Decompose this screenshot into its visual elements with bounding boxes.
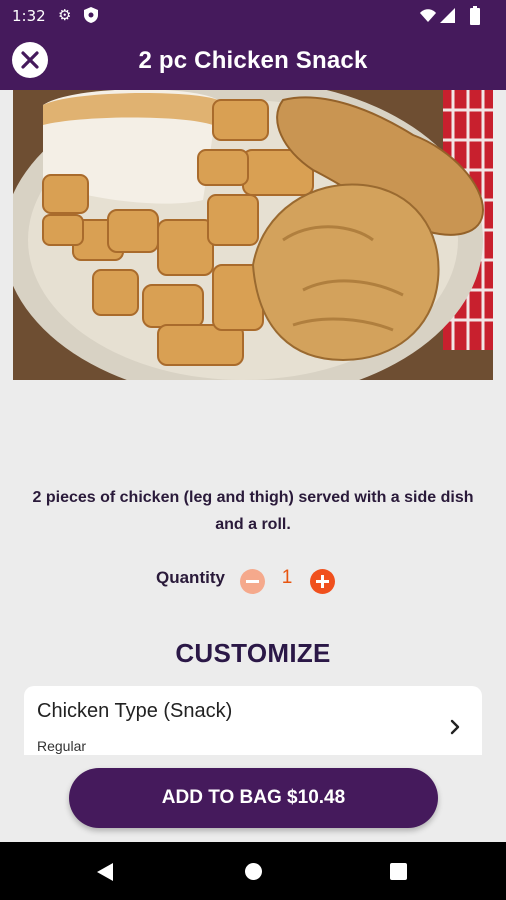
- status-bar: 1:32 ⚙: [0, 0, 506, 32]
- minus-icon[interactable]: [240, 569, 265, 594]
- shield-icon: [84, 7, 98, 23]
- chevron-right-icon: [450, 719, 460, 735]
- hero-image: [13, 90, 493, 380]
- option-selected-value: Regular: [37, 738, 87, 754]
- wifi-icon: [420, 9, 436, 22]
- food-photo: [13, 90, 493, 380]
- status-time: 1:32: [12, 7, 46, 25]
- quantity-value: 1: [281, 567, 293, 588]
- signal-icon: [440, 8, 455, 23]
- item-description: 2 pieces of chicken (leg and thigh) serv…: [32, 489, 474, 533]
- customize-heading: CUSTOMIZE: [175, 638, 331, 668]
- recents-icon[interactable]: [390, 863, 407, 880]
- battery-icon: [470, 6, 480, 25]
- gear-icon: ⚙: [58, 6, 72, 24]
- back-icon[interactable]: [96, 862, 114, 882]
- plus-icon[interactable]: [310, 569, 335, 594]
- page-title: 2 pc Chicken Snack: [138, 47, 368, 74]
- quantity-label: Quantity: [156, 568, 225, 587]
- add-to-bag-button[interactable]: ADD TO BAG $10.48: [69, 768, 438, 828]
- home-icon[interactable]: [245, 863, 262, 880]
- option-title: Chicken Type (Snack): [37, 700, 233, 722]
